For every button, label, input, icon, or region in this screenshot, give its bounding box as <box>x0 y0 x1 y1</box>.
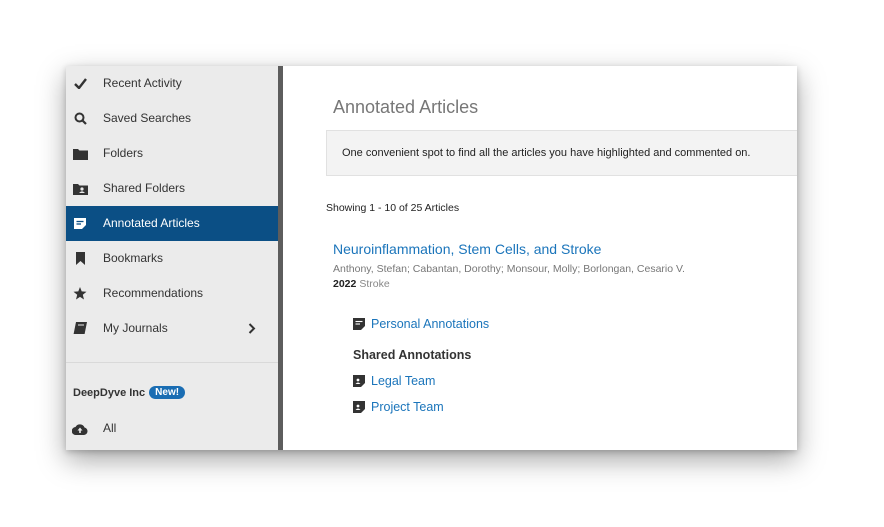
sidebar-item-label: Recommendations <box>103 286 204 300</box>
shared-annotations-heading: Shared Annotations <box>353 348 472 362</box>
sidebar-item-recent-activity[interactable]: Recent Activity <box>66 66 278 101</box>
shared-annotation-project-team-link[interactable]: Project Team <box>353 400 444 414</box>
search-icon <box>72 101 88 136</box>
article-meta: 2022 Stroke <box>333 278 390 290</box>
check-icon <box>72 66 88 101</box>
info-text: One convenient spot to find all the arti… <box>342 147 751 159</box>
org-heading: DeepDyve Inc New! <box>73 386 186 399</box>
personal-annotations-label: Personal Annotations <box>371 317 490 331</box>
annotation-icon <box>72 206 88 241</box>
sidebar: Recent Activity Saved Searches Folders S… <box>66 66 284 450</box>
sidebar-item-label: Folders <box>103 146 144 160</box>
shared-annotation-legal-team-link[interactable]: Legal Team <box>353 374 435 388</box>
shared-note-icon <box>353 375 365 387</box>
sidebar-item-folders[interactable]: Folders <box>66 136 278 171</box>
article-journal: Stroke <box>359 278 390 290</box>
folder-icon <box>72 136 88 171</box>
app-window: Recent Activity Saved Searches Folders S… <box>66 66 797 450</box>
sidebar-item-annotated-articles[interactable]: Annotated Articles <box>66 206 284 241</box>
article-year: 2022 <box>333 278 357 290</box>
article-title-link[interactable]: Neuroinflammation, Stem Cells, and Strok… <box>333 241 601 257</box>
note-icon <box>353 318 365 330</box>
article-authors: Anthony, Stefan; Cabantan, Dorothy; Mons… <box>333 263 685 275</box>
info-banner: One convenient spot to find all the arti… <box>326 130 797 176</box>
sidebar-item-my-journals[interactable]: My Journals <box>66 311 278 346</box>
sidebar-item-label: Shared Folders <box>103 181 186 195</box>
sidebar-item-shared-folders[interactable]: Shared Folders <box>66 171 278 206</box>
sidebar-item-recommendations[interactable]: Recommendations <box>66 276 278 311</box>
sidebar-divider <box>66 362 278 363</box>
sidebar-item-bookmarks[interactable]: Bookmarks <box>66 241 278 276</box>
sidebar-item-label: Bookmarks <box>103 251 164 265</box>
star-icon <box>72 276 88 311</box>
chevron-right-icon <box>248 311 256 346</box>
shared-folder-icon <box>72 171 88 206</box>
sidebar-item-saved-searches[interactable]: Saved Searches <box>66 101 278 136</box>
shared-annotation-label: Project Team <box>371 400 444 414</box>
journals-icon <box>72 311 88 346</box>
shared-note-icon <box>353 401 365 413</box>
sidebar-item-label: All <box>103 421 117 435</box>
sidebar-item-label: My Journals <box>103 321 168 335</box>
main-content: Annotated Articles One convenient spot t… <box>283 66 797 450</box>
sidebar-item-label: Annotated Articles <box>103 216 200 230</box>
shared-annotation-label: Legal Team <box>371 374 436 388</box>
new-badge: New! <box>149 386 186 399</box>
cloud-upload-icon <box>72 411 88 446</box>
sidebar-item-label: Saved Searches <box>103 111 192 125</box>
personal-annotations-link[interactable]: Personal Annotations <box>353 317 489 331</box>
sidebar-item-label: Recent Activity <box>103 76 182 90</box>
bookmark-icon <box>72 241 88 276</box>
org-name: DeepDyve Inc <box>73 386 146 399</box>
sidebar-item-all[interactable]: All <box>66 411 278 446</box>
results-count: Showing 1 - 10 of 25 Articles <box>326 202 460 214</box>
page-title: Annotated Articles <box>333 97 479 117</box>
